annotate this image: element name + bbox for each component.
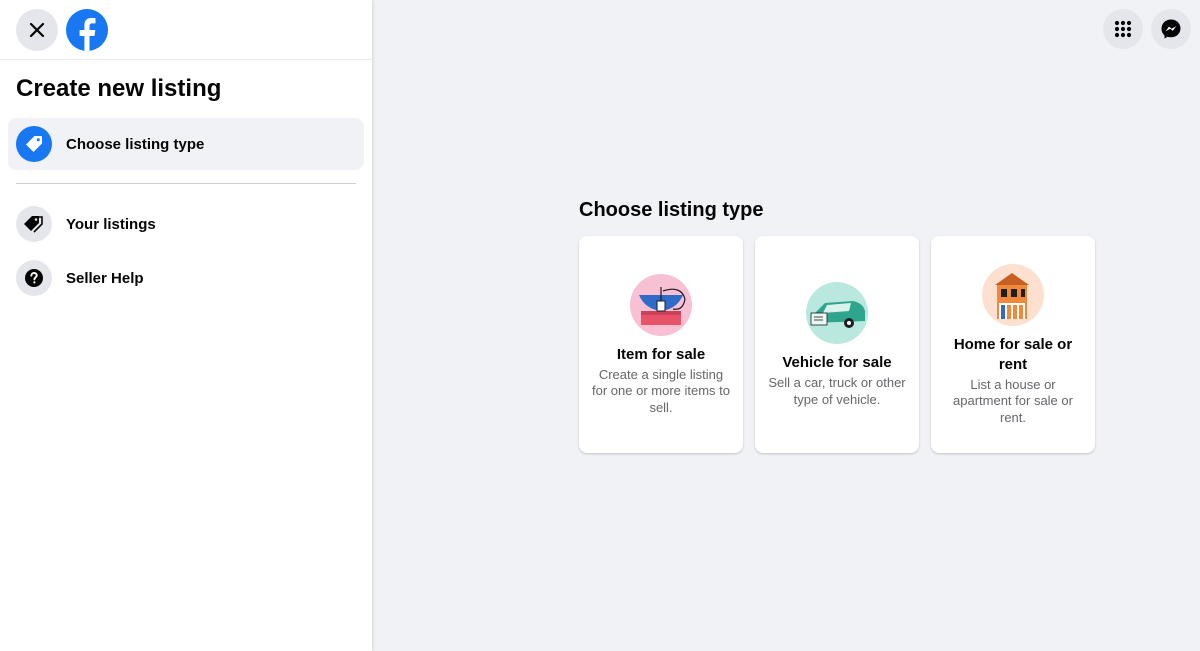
grid-menu-icon [1114, 20, 1132, 38]
sidebar-item-your-listings[interactable]: Your listings [8, 198, 364, 250]
tag-icon [16, 126, 52, 162]
item-illustration [630, 273, 692, 336]
sidebar-item-seller-help[interactable]: Seller Help [8, 252, 364, 304]
sidebar-divider [16, 183, 356, 184]
item-for-sale-card[interactable]: Item for sale Create a single listing fo… [579, 236, 743, 453]
messenger-button[interactable] [1151, 9, 1191, 49]
vehicle-for-sale-card[interactable]: Vehicle for sale Sell a car, truck or ot… [755, 236, 919, 453]
home-for-sale-card[interactable]: Home for sale or rent List a house or ap… [931, 236, 1095, 453]
top-right-controls [1103, 9, 1191, 49]
sidebar-item-choose-listing-type[interactable]: Choose listing type [8, 118, 364, 170]
app: Create new listing Choose listing type Y… [0, 0, 1200, 651]
close-icon [29, 22, 45, 37]
card-title: Home for sale or rent [953, 335, 1073, 373]
facebook-logo[interactable] [66, 8, 108, 51]
facebook-f-icon [79, 17, 96, 51]
tags-icon [16, 206, 52, 242]
sidebar-item-label: Seller Help [66, 269, 144, 287]
card-description: Sell a car, truck or other type of vehic… [768, 375, 906, 407]
card-title: Vehicle for sale [782, 354, 892, 371]
close-button[interactable] [16, 8, 58, 51]
menu-button[interactable] [1103, 9, 1143, 49]
messenger-icon [1161, 19, 1181, 39]
question-icon [16, 260, 52, 296]
section-heading: Choose listing type [579, 199, 764, 221]
vehicle-illustration [806, 282, 868, 344]
sidebar-item-label: Your listings [66, 215, 156, 233]
card-title: Item for sale [616, 345, 706, 363]
sidebar: Create new listing Choose listing type Y… [0, 0, 372, 651]
sidebar-item-label: Choose listing type [66, 135, 205, 153]
card-description: Create a single listing for one or more … [592, 366, 730, 415]
home-illustration [982, 263, 1044, 326]
card-description: List a house or apartment for sale or re… [953, 376, 1073, 425]
page-title: Create new listing [16, 75, 222, 102]
sidebar-header [0, 0, 372, 60]
